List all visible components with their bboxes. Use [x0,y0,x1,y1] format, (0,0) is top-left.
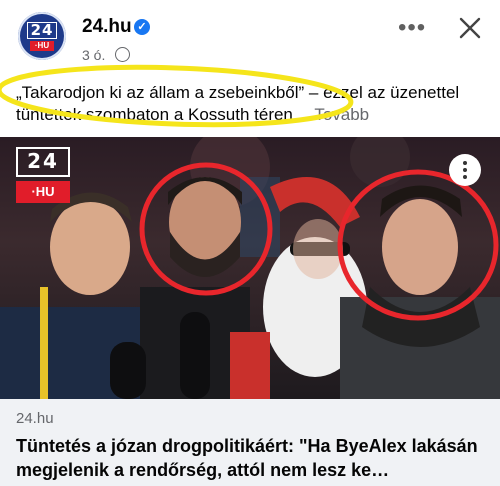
photo-logo-sub: ·HU [16,181,70,203]
page-avatar[interactable]: 24 ·HU [18,12,66,60]
avatar-logo-text: 24 [26,21,58,39]
link-source: 24.hu [16,410,54,427]
photo-options-icon[interactable] [449,154,481,186]
avatar-logo-sub: ·HU [29,40,55,51]
photo-logo: 24 ·HU [16,147,70,203]
photo-logo-text: 24 [16,147,70,177]
post-photo[interactable]: 24 ·HU [0,137,500,399]
more-options-icon[interactable]: ••• [398,16,426,40]
verified-badge-icon: ✓ [134,19,150,35]
yellow-annotation-ellipse [0,64,354,128]
page-name[interactable]: 24.hu [82,16,132,38]
close-icon[interactable] [458,16,482,40]
link-title[interactable]: Tüntetés a józan drogpolitikáért: "Ha By… [16,434,486,482]
photo-scene [0,137,500,399]
